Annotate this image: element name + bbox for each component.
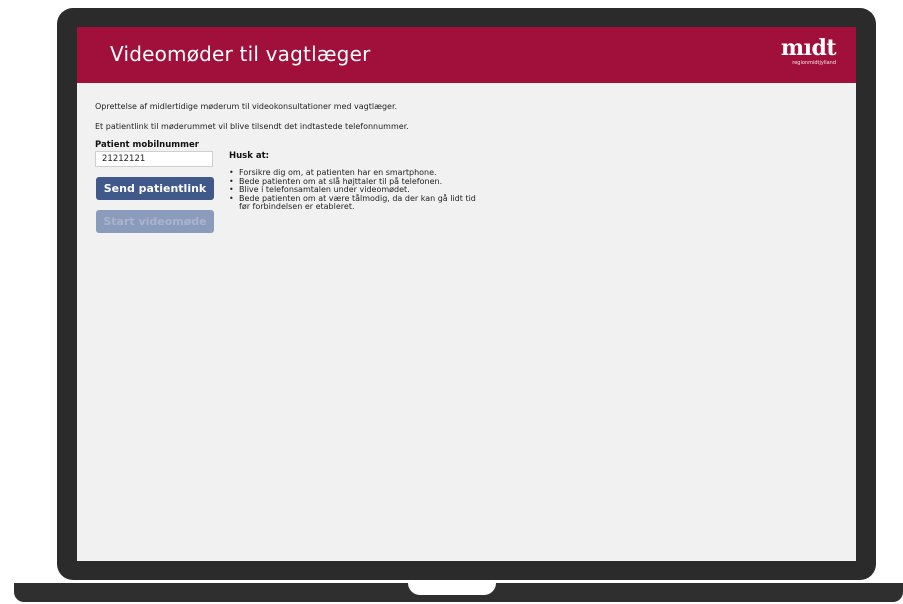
main-content: Oprettelse af midlertidige møderum til v…	[77, 83, 856, 561]
send-patientlink-button[interactable]: Send patientlink	[96, 177, 214, 200]
logo-subtitle: regionmidtjylland	[792, 60, 836, 66]
laptop-notch	[408, 583, 496, 595]
region-midt-logo: mıdt regionmidtjylland	[774, 35, 837, 70]
intro-text-patient-link: Et patientlink til møderummet vil blive …	[95, 122, 409, 131]
page-title: Videomøder til vagtlæger	[110, 42, 371, 66]
logo-wordmark: mıdt	[780, 35, 837, 61]
intro-text: Oprettelse af midlertidige møderum til v…	[95, 102, 398, 111]
phone-number-input[interactable]	[95, 151, 213, 167]
reminder-text: Bede patienten om at være tålmodig, da d…	[239, 193, 476, 212]
start-videomeeting-button[interactable]: Start videomøde	[96, 210, 214, 233]
phone-field-label: Patient mobilnummer	[95, 140, 199, 150]
app-header: Videomøder til vagtlæger mıdt regionmidt…	[77, 27, 856, 83]
reminder-heading: Husk at:	[229, 151, 270, 161]
list-item: • Bede patienten om at være tålmodig, da …	[229, 193, 489, 212]
app-screen: Videomøder til vagtlæger mıdt regionmidt…	[77, 27, 856, 561]
reminder-list: • Forsikre dig om, at patienten har en sm…	[229, 168, 489, 212]
bullet: •	[229, 193, 234, 203]
